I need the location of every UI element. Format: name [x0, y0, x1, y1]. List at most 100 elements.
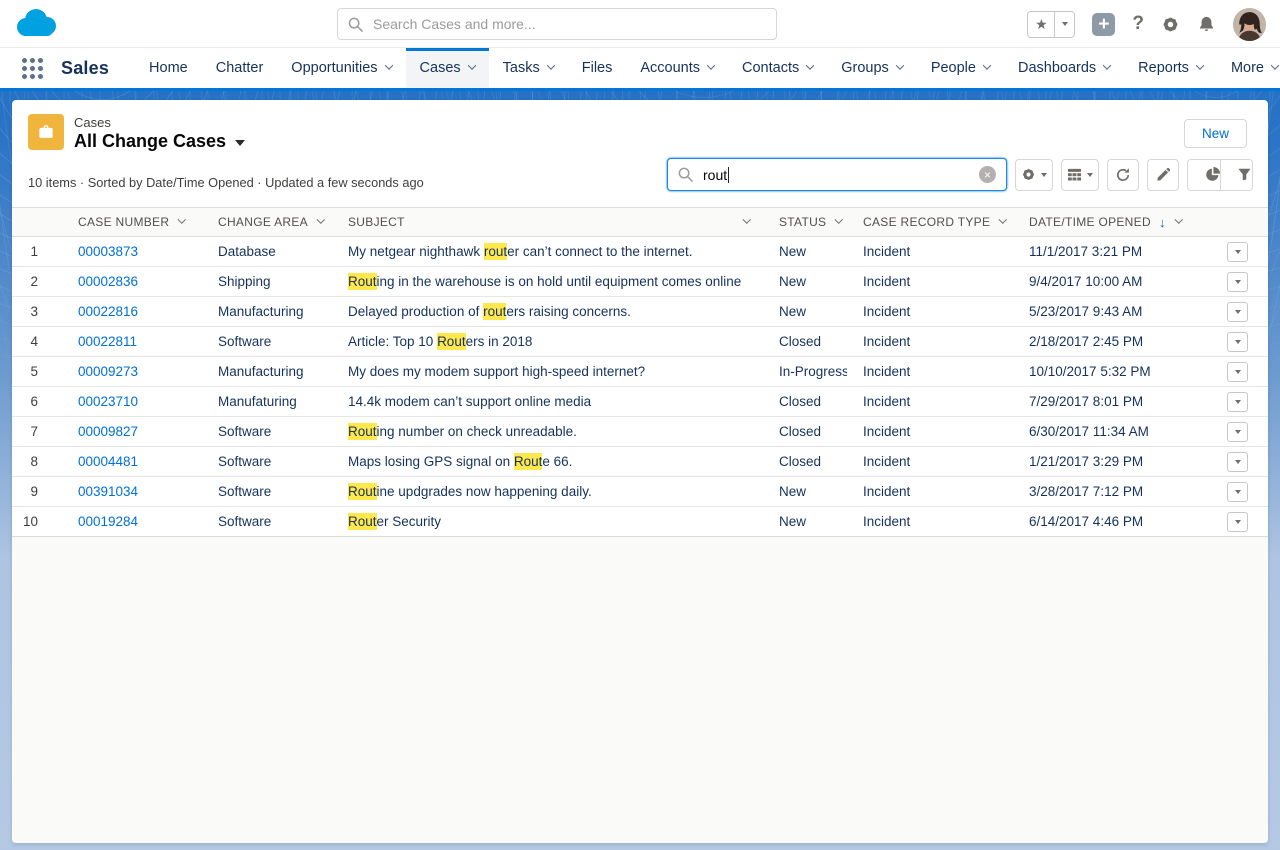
row-actions-button[interactable]: [1227, 392, 1248, 412]
row-action-cell: [1193, 507, 1268, 536]
column-header-record-type[interactable]: CASE RECORD TYPE: [847, 208, 1013, 236]
status-cell: Closed: [763, 387, 847, 416]
notifications-bell-icon[interactable]: [1197, 15, 1216, 34]
case-number-cell: 00002836: [62, 267, 202, 296]
row-actions-button[interactable]: [1227, 272, 1248, 292]
record-type-cell: Incident: [847, 387, 1013, 416]
row-actions-button[interactable]: [1227, 302, 1248, 322]
nav-tab-more[interactable]: More: [1217, 48, 1280, 88]
row-actions-button[interactable]: [1227, 482, 1248, 502]
global-header: ★ + ?: [0, 0, 1280, 48]
cases-object-icon: [28, 114, 64, 150]
favorites-star-icon[interactable]: ★: [1028, 12, 1054, 37]
case-number-link[interactable]: 00019284: [78, 514, 138, 529]
entity-label: Cases: [74, 115, 245, 130]
table-row: 700009827SoftwareRouting number on check…: [12, 417, 1268, 447]
case-number-link[interactable]: 00002836: [78, 274, 138, 289]
case-number-link[interactable]: 00023710: [78, 394, 138, 409]
row-number-cell: 10: [12, 507, 62, 536]
chevron-down-icon: [1235, 280, 1241, 284]
global-add-icon[interactable]: +: [1092, 13, 1115, 36]
case-number-link[interactable]: 00009273: [78, 364, 138, 379]
change-area-cell: Software: [202, 447, 332, 476]
new-case-button[interactable]: New: [1184, 119, 1247, 148]
refresh-button[interactable]: [1107, 159, 1139, 191]
nav-tab-files[interactable]: Files: [568, 48, 627, 88]
case-number-link[interactable]: 00022811: [78, 334, 137, 349]
list-search-box[interactable]: rout ×: [667, 158, 1007, 191]
help-icon[interactable]: ?: [1132, 13, 1144, 35]
search-highlight: Rout: [348, 483, 377, 500]
list-settings-gear-button[interactable]: [1015, 159, 1053, 191]
chevron-down-icon: [1235, 250, 1241, 254]
global-search[interactable]: [337, 8, 777, 40]
subject-cell: Routine updgrades now happening daily.: [332, 477, 763, 506]
table-row: 600023710Manufaturing14.4k modem can’t s…: [12, 387, 1268, 417]
search-icon: [678, 167, 693, 182]
column-header-subject[interactable]: SUBJECT: [332, 208, 763, 236]
row-actions-button[interactable]: [1227, 422, 1248, 442]
display-as-button[interactable]: [1061, 159, 1099, 191]
list-view-selector[interactable]: All Change Cases: [74, 131, 245, 152]
charts-button[interactable]: [1188, 160, 1220, 190]
nav-tab-opportunities[interactable]: Opportunities: [277, 48, 405, 88]
row-actions-button[interactable]: [1227, 242, 1248, 262]
nav-tab-chatter[interactable]: Chatter: [202, 48, 278, 88]
clear-search-icon[interactable]: ×: [979, 166, 996, 183]
app-launcher-waffle-icon[interactable]: [22, 58, 43, 79]
row-actions-button[interactable]: [1227, 512, 1248, 532]
column-header-label: SUBJECT: [348, 215, 405, 229]
column-header-label: CASE RECORD TYPE: [863, 215, 990, 229]
nav-tab-accounts[interactable]: Accounts: [626, 48, 728, 88]
column-header-status[interactable]: STATUS: [763, 208, 847, 236]
case-number-link[interactable]: 00022816: [78, 304, 138, 319]
date-opened-cell: 3/28/2017 7:12 PM: [1013, 477, 1193, 506]
inline-edit-pencil-button[interactable]: [1147, 159, 1179, 191]
date-opened-cell: 5/23/2017 9:43 AM: [1013, 297, 1193, 326]
column-header-change-area[interactable]: CHANGE AREA: [202, 208, 332, 236]
nav-tab-contacts[interactable]: Contacts: [728, 48, 827, 88]
nav-tab-label: Home: [149, 60, 188, 76]
nav-tab-groups[interactable]: Groups: [827, 48, 917, 88]
row-action-cell: [1193, 297, 1268, 326]
setup-gear-icon[interactable]: [1161, 15, 1180, 34]
chevron-down-icon: [999, 215, 1007, 223]
chevron-down-icon: [896, 61, 904, 69]
nav-tab-people[interactable]: People: [917, 48, 1004, 88]
case-number-cell: 00009827: [62, 417, 202, 446]
nav-tab-label: Chatter: [216, 60, 264, 76]
case-number-link[interactable]: 00003873: [78, 244, 138, 259]
case-number-link[interactable]: 00009827: [78, 424, 138, 439]
column-header-opened[interactable]: DATE/TIME OPENED↓: [1013, 208, 1193, 236]
filter-button[interactable]: [1220, 160, 1252, 190]
row-action-cell: [1193, 327, 1268, 356]
case-number-link[interactable]: 00004481: [78, 454, 138, 469]
row-number-cell: 5: [12, 357, 62, 386]
status-cell: Closed: [763, 327, 847, 356]
table-row: 1000019284SoftwareRouter SecurityNewInci…: [12, 507, 1268, 537]
nav-tab-home[interactable]: Home: [135, 48, 202, 88]
date-opened-cell: 9/4/2017 10:00 AM: [1013, 267, 1193, 296]
case-number-cell: 00003873: [62, 237, 202, 266]
row-actions-button[interactable]: [1227, 452, 1248, 472]
row-actions-button[interactable]: [1227, 362, 1248, 382]
user-avatar[interactable]: [1233, 8, 1266, 41]
list-view-name: All Change Cases: [74, 131, 226, 152]
favorites-caret-icon[interactable]: [1054, 12, 1074, 37]
subject-cell: Article: Top 10 Routers in 2018: [332, 327, 763, 356]
case-number-link[interactable]: 00391034: [78, 484, 138, 499]
change-area-cell: Software: [202, 327, 332, 356]
subject-cell: 14.4k modem can’t support online media: [332, 387, 763, 416]
column-header-case-number[interactable]: CASE NUMBER: [62, 208, 202, 236]
global-search-input[interactable]: [373, 16, 766, 32]
row-action-cell: [1193, 267, 1268, 296]
nav-tab-cases[interactable]: Cases: [406, 48, 489, 88]
nav-tab-label: Accounts: [640, 60, 700, 76]
record-type-cell: Incident: [847, 267, 1013, 296]
row-actions-button[interactable]: [1227, 332, 1248, 352]
nav-tab-tasks[interactable]: Tasks: [489, 48, 568, 88]
table-row: 100003873DatabaseMy netgear nighthawk ro…: [12, 237, 1268, 267]
nav-tab-reports[interactable]: Reports: [1124, 48, 1217, 88]
nav-tab-dashboards[interactable]: Dashboards: [1004, 48, 1124, 88]
row-number-cell: 6: [12, 387, 62, 416]
